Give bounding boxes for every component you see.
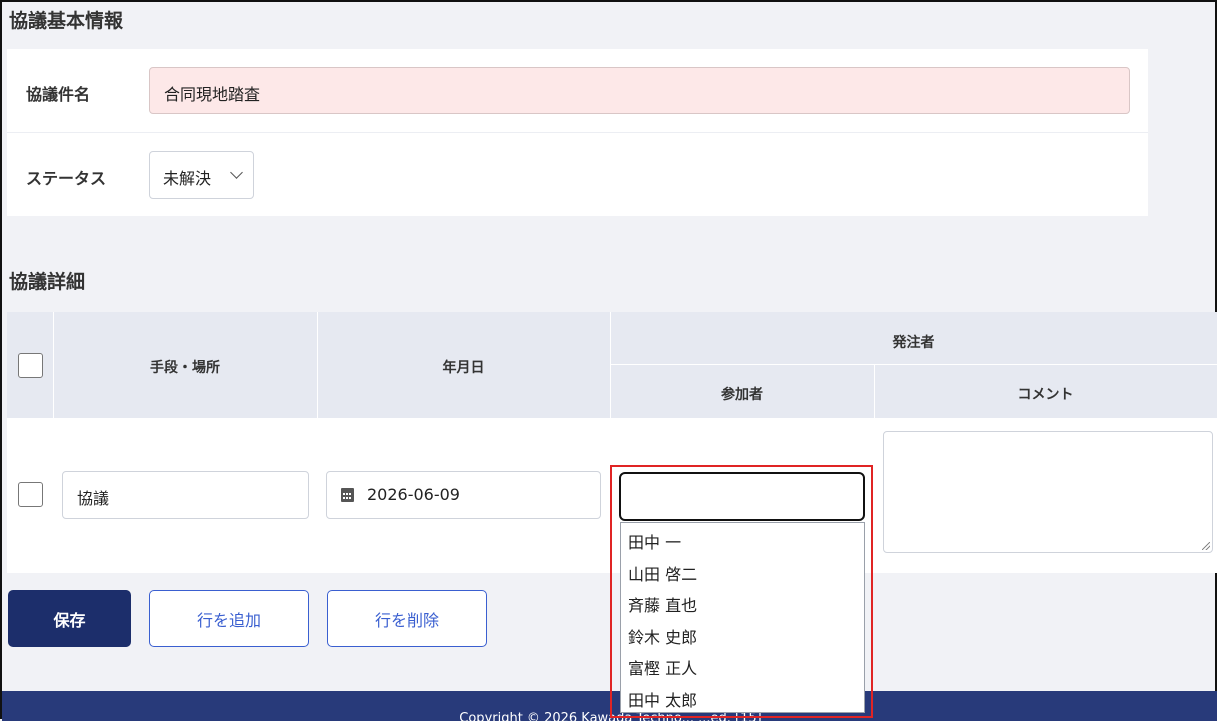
consultation-name-input[interactable]: 合同現地踏査 [149,67,1130,114]
date-input[interactable]: 2026-06-09 [326,471,601,519]
chevron-down-icon [230,166,243,179]
status-value: 未解決 [163,169,212,188]
participant-option[interactable]: 斉藤 直也 [628,592,697,616]
calendar-icon [341,488,354,502]
status-select[interactable]: 未解決 [149,151,254,199]
basic-info-title: 協議基本情報 [9,10,124,32]
participant-dropdown: 田中 一 山田 啓二 斉藤 直也 鈴木 史郎 富樫 正人 田中 太郎 [620,522,865,713]
header-participants: 参加者 [721,387,763,403]
details-title: 協議詳細 [9,271,86,293]
header-date: 年月日 [442,360,485,376]
table-header: 手段・場所 年月日 発注者 参加者 コメント [7,312,1217,418]
save-button[interactable]: 保存 [8,590,131,647]
header-comment: コメント [1017,387,1074,403]
delete-row-button[interactable]: 行を削除 [327,590,487,647]
header-orderer: 発注者 [892,335,935,351]
participant-option[interactable]: 鈴木 史郎 [628,624,697,648]
select-all-checkbox[interactable] [18,353,43,378]
participant-option[interactable]: 山田 啓二 [628,561,697,585]
participant-option[interactable]: 田中 一 [628,529,681,553]
participant-option[interactable]: 田中 太郎 [628,687,697,711]
name-label: 協議件名 [26,85,91,104]
participant-input[interactable] [619,472,865,521]
basic-info-panel: 協議件名 合同現地踏査 ステータス 未解決 [7,49,1148,216]
comment-textarea[interactable] [883,431,1213,553]
method-place-input[interactable]: 協議 [62,471,309,519]
table-row: 協議 2026-06-09 [7,418,1217,573]
footer: Copyright © 2026 Kawada Techno... ...ed.… [2,691,1217,721]
status-label: ステータス [26,169,107,188]
status-row: ステータス 未解決 [7,133,1148,216]
header-method-place: 手段・場所 [150,360,220,376]
participant-option[interactable]: 富樫 正人 [628,655,697,679]
add-row-button[interactable]: 行を追加 [149,590,309,647]
name-row: 協議件名 合同現地踏査 [7,49,1148,133]
row-checkbox[interactable] [18,482,43,507]
date-value: 2026-06-09 [367,485,460,504]
resize-handle-icon[interactable] [1202,542,1210,550]
